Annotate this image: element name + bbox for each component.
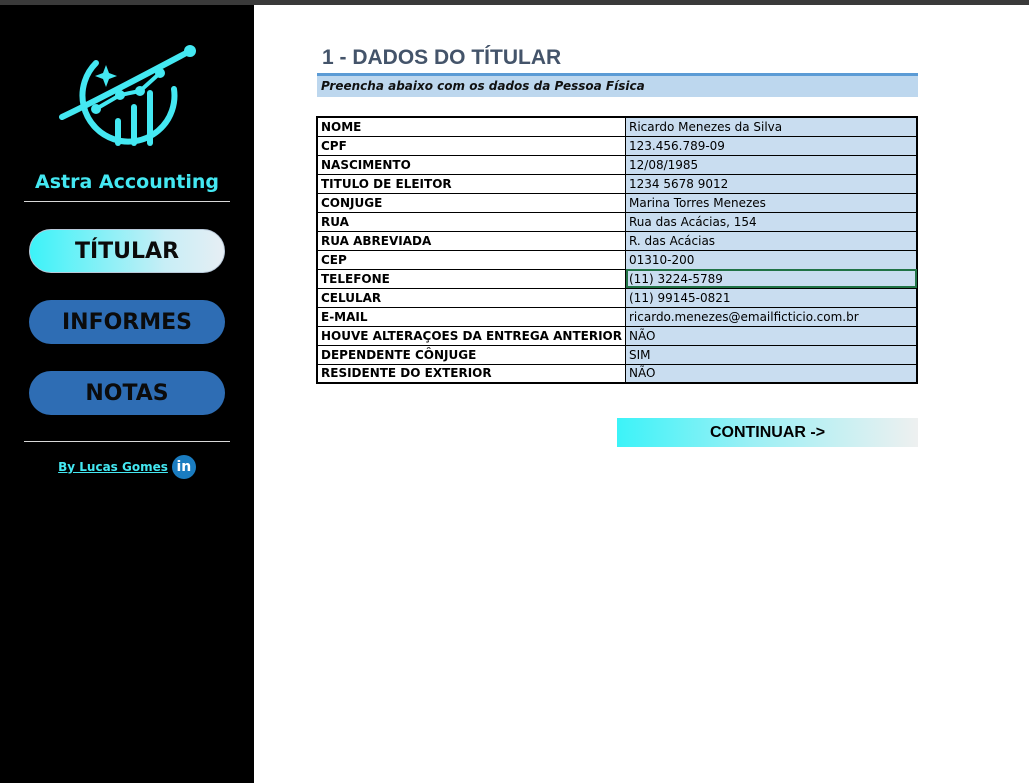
table-row: HOUVE ALTERAÇOES DA ENTREGA ANTERIOR NÃO <box>316 325 918 346</box>
brand-name: Astra Accounting <box>35 171 219 193</box>
field-value-cell[interactable]: Ricardo Menezes da Silva <box>625 116 918 137</box>
field-label: RUA <box>316 211 626 232</box>
field-value-cell[interactable]: R. das Acácias <box>625 230 918 251</box>
table-row: NOME Ricardo Menezes da Silva <box>316 116 918 137</box>
author-link[interactable]: By Lucas Gomes <box>58 460 168 474</box>
field-value-cell[interactable]: (11) 99145-0821 <box>625 287 918 308</box>
field-label: CEP <box>316 249 626 270</box>
linkedin-icon[interactable]: in <box>171 455 196 479</box>
sidebar: Astra Accounting TÍTULAR INFORMES NOTAS … <box>0 5 254 783</box>
page-subtitle: Preencha abaixo com os dados da Pessoa F… <box>317 76 918 97</box>
nav-informes-button[interactable]: INFORMES <box>29 300 225 344</box>
field-value-cell[interactable]: 123.456.789-09 <box>625 135 918 156</box>
field-value-cell[interactable]: Rua das Acácias, 154 <box>625 211 918 232</box>
table-row: CONJUGE Marina Torres Menezes <box>316 192 918 213</box>
field-value-cell[interactable]: 12/08/1985 <box>625 154 918 175</box>
field-value-cell[interactable]: NÃO <box>625 325 918 346</box>
nav-notas-button[interactable]: NOTAS <box>29 371 225 415</box>
field-label: E-MAIL <box>316 306 626 327</box>
field-label: CONJUGE <box>316 192 626 213</box>
growth-chart-orbit-icon <box>59 45 196 146</box>
table-row: TITULO DE ELEITOR 1234 5678 9012 <box>316 173 918 194</box>
field-value-cell[interactable]: NÃO <box>625 363 918 384</box>
field-value-cell[interactable]: (11) 3224-5789 <box>625 268 918 289</box>
field-label: CELULAR <box>316 287 626 308</box>
sidebar-divider <box>24 201 230 202</box>
field-value-cell[interactable]: SIM <box>625 344 918 365</box>
continue-label: CONTINUAR -> <box>709 423 826 441</box>
nav-titular-button[interactable]: TÍTULAR <box>29 229 225 273</box>
table-row: RUA Rua das Acácias, 154 <box>316 211 918 232</box>
nav-informes-label: INFORMES <box>61 309 193 335</box>
field-value-cell[interactable]: 01310-200 <box>625 249 918 270</box>
table-row: RESIDENTE DO EXTERIOR NÃO <box>316 363 918 384</box>
table-row: RUA ABREVIADA R. das Acácias <box>316 230 918 251</box>
field-label: CPF <box>316 135 626 156</box>
field-value-cell[interactable]: Marina Torres Menezes <box>625 192 918 213</box>
table-row: NASCIMENTO 12/08/1985 <box>316 154 918 175</box>
nav-notas-label: NOTAS <box>85 380 169 406</box>
field-label: NASCIMENTO <box>316 154 626 175</box>
table-row: E-MAIL ricardo.menezes@emailficticio.com.… <box>316 306 918 327</box>
table-row: CEP 01310-200 <box>316 249 918 270</box>
table-row: DEPENDENTE CÔNJUGE SIM <box>316 344 918 365</box>
sidebar-divider <box>24 441 230 442</box>
field-label: HOUVE ALTERAÇOES DA ENTREGA ANTERIOR <box>316 325 626 346</box>
table-row: TELEFONE (11) 3224-5789 <box>316 268 918 289</box>
field-label: TELEFONE <box>316 268 626 289</box>
continue-button[interactable]: CONTINUAR -> <box>617 418 918 447</box>
field-label: RUA ABREVIADA <box>316 230 626 251</box>
table-row: CPF 123.456.789-09 <box>316 135 918 156</box>
field-label: TITULO DE ELEITOR <box>316 173 626 194</box>
nav-titular-label: TÍTULAR <box>74 238 180 264</box>
table-row: CELULAR (11) 99145-0821 <box>316 287 918 308</box>
field-label: DEPENDENTE CÔNJUGE <box>316 344 626 365</box>
credit: By Lucas Gomes in <box>0 455 254 479</box>
field-label: RESIDENTE DO EXTERIOR <box>316 363 626 384</box>
field-value-cell[interactable]: 1234 5678 9012 <box>625 173 918 194</box>
titular-data-table: NOME Ricardo Menezes da Silva CPF 123.456.7… <box>316 116 918 384</box>
field-label: NOME <box>316 116 626 137</box>
page-title: 1 - DADOS DO TÍTULAR <box>322 46 562 69</box>
field-value-cell[interactable]: ricardo.menezes@emailficticio.com.br <box>625 306 918 327</box>
